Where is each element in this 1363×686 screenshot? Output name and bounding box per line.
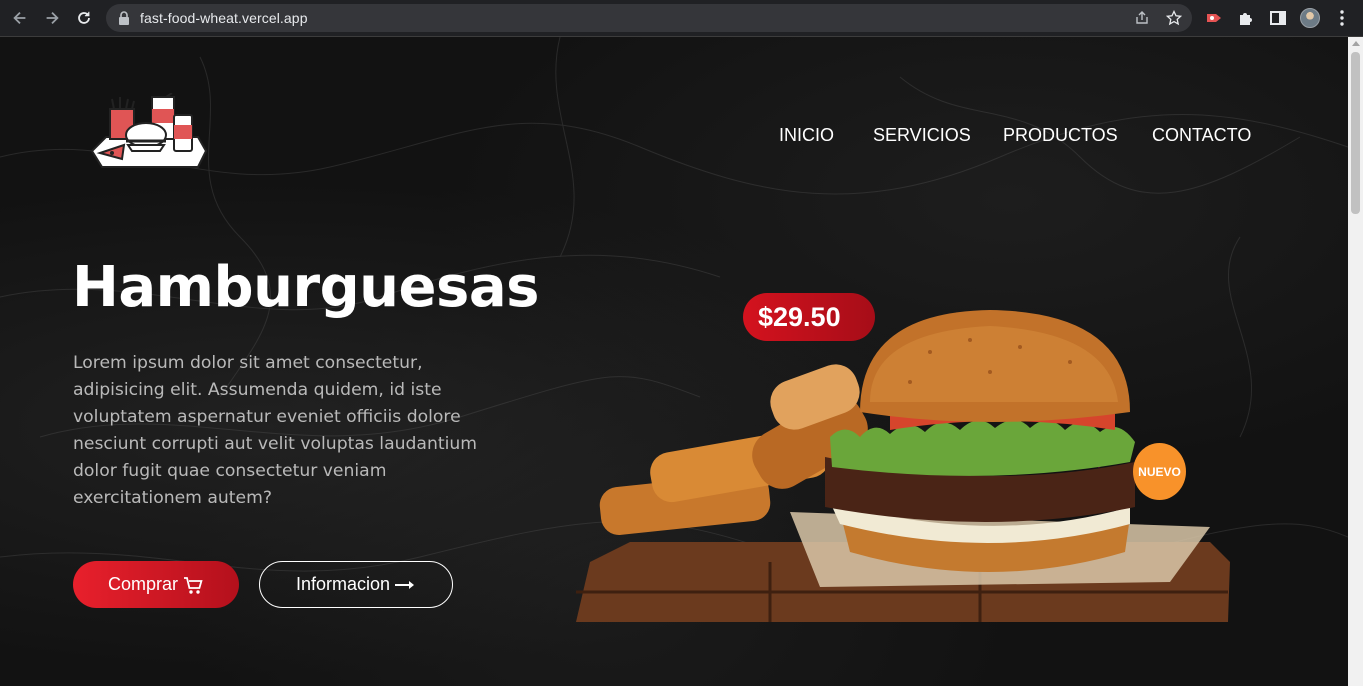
- new-badge: NUEVO: [1133, 443, 1186, 500]
- hero-title: Hamburguesas: [72, 255, 539, 320]
- burger-image: [576, 310, 1230, 622]
- address-bar[interactable]: fast-food-wheat.vercel.app: [106, 4, 1192, 32]
- scrollbar-thumb[interactable]: [1351, 52, 1360, 214]
- web-page: INICIO SERVICIOS PRODUCTOS CONTACTO Hamb…: [0, 37, 1348, 686]
- fast-food-logo[interactable]: [88, 93, 208, 171]
- avatar[interactable]: [1300, 8, 1320, 28]
- extension-record-icon[interactable]: [1205, 9, 1223, 27]
- reload-button[interactable]: [74, 8, 94, 28]
- cart-icon: [184, 576, 203, 594]
- star-icon[interactable]: [1166, 10, 1182, 26]
- nav-inicio[interactable]: INICIO: [779, 125, 834, 149]
- buy-button[interactable]: Comprar: [73, 561, 239, 608]
- share-icon[interactable]: [1134, 10, 1150, 26]
- side-panel-icon[interactable]: [1269, 9, 1287, 27]
- arrow-left-icon: [13, 11, 26, 25]
- reload-icon: [78, 11, 90, 24]
- hero-description: Lorem ipsum dolor sit amet consectetur, …: [73, 353, 477, 508]
- puzzle-icon[interactable]: [1237, 9, 1255, 27]
- lock-icon: [119, 11, 129, 25]
- price-tag: $29.50: [743, 293, 875, 341]
- back-button[interactable]: [10, 8, 30, 28]
- buy-button-label: Comprar: [107, 574, 178, 594]
- info-button-label: Informacion: [295, 574, 391, 594]
- nav-contacto[interactable]: CONTACTO: [1152, 125, 1251, 149]
- info-button[interactable]: Informacion: [259, 561, 453, 608]
- forward-button[interactable]: [42, 8, 62, 28]
- browser-toolbar: fast-food-wheat.vercel.app: [0, 0, 1363, 37]
- scroll-up-icon[interactable]: [1352, 41, 1360, 46]
- long-arrow-right-icon: [395, 580, 415, 589]
- arrow-right-icon: [46, 11, 59, 25]
- kebab-menu-icon[interactable]: [1338, 9, 1346, 27]
- page-scrollbar[interactable]: [1348, 37, 1363, 686]
- url-text: fast-food-wheat.vercel.app: [140, 10, 308, 26]
- nav-productos[interactable]: PRODUCTOS: [1003, 125, 1118, 149]
- nav-servicios[interactable]: SERVICIOS: [873, 125, 971, 149]
